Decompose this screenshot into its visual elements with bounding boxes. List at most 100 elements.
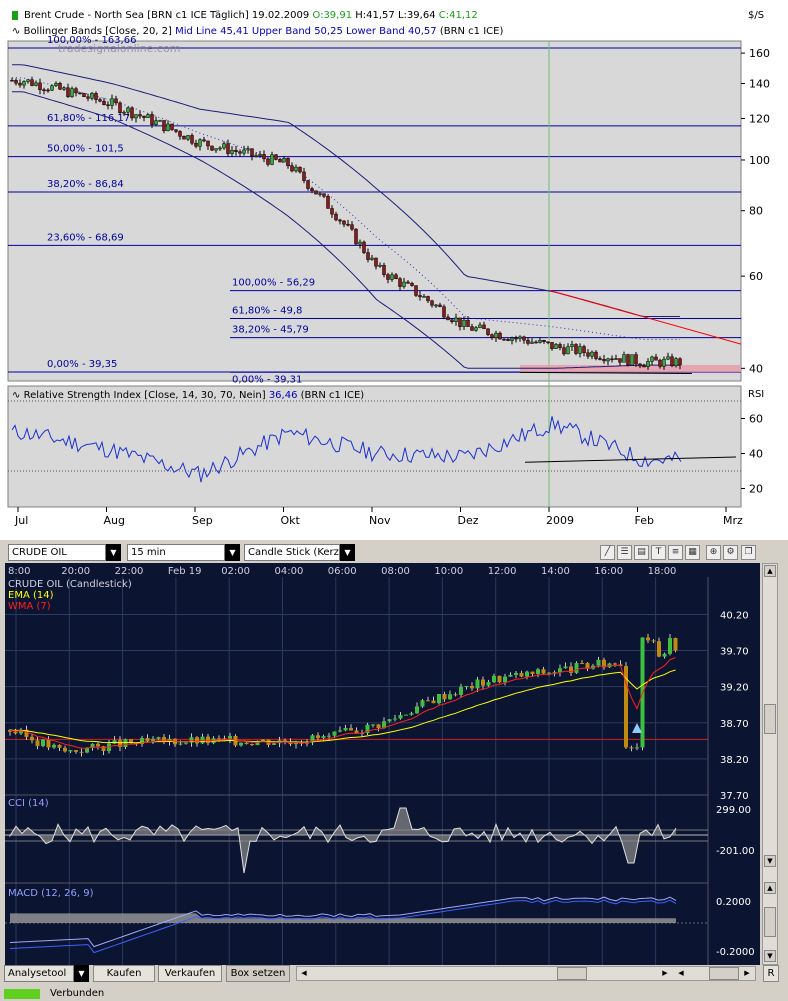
candle-body [598,358,602,360]
candle-body [190,135,194,144]
text-icon[interactable]: T [651,545,666,560]
scroll-left-icon[interactable]: ◀ [675,967,687,980]
candle-body [434,304,438,307]
grid-icon[interactable]: ▦ [685,545,700,560]
candle-body [563,666,568,669]
scroll-down-icon[interactable]: ▼ [764,950,776,962]
time-tick-label: 04:00 [275,566,304,577]
candle-body [66,87,70,98]
candle-body [431,700,436,704]
candle-body [250,744,254,746]
candle-body [387,719,392,722]
candle-body [650,356,654,362]
reset-button[interactable]: R [763,965,779,982]
fibonacci-label: 61,80% - 116,17 [47,113,130,124]
scroll-up-icon[interactable]: ▲ [764,565,776,577]
chevron-down-icon[interactable]: ▼ [225,544,240,561]
daily-chart-svg[interactable]: 160140120100806040100,00% - 163,6661,80%… [0,0,788,540]
candle-body [642,365,646,368]
scroll-left-icon[interactable]: ◀ [298,967,310,980]
candle-body [70,88,74,98]
interval-select[interactable]: 15 min [127,544,225,561]
set-box-button[interactable]: Box setzen [226,965,290,982]
intraday-panel: CRUDE OIL ▼ 15 min ▼ Candle Stick (Kerze… [0,540,788,1001]
cci-label: CCI (14) [8,798,49,809]
horizontal-scrollbar[interactable]: ◀ ▶ ◀ ▶ [296,966,756,981]
candle-body [154,120,158,125]
chart-type-select[interactable]: Candle Stick (Kerze [244,544,340,561]
candle-body [178,131,182,137]
candle-body [41,739,45,747]
candle-body [490,334,494,338]
candle-body [570,344,574,348]
candle-body [406,281,410,284]
candle-body [134,114,138,119]
scroll-down-icon[interactable]: ▼ [764,855,776,867]
fibonacci-icon[interactable]: ≡ [668,545,683,560]
time-tick-label: 16:00 [594,566,623,577]
chevron-down-icon[interactable]: ▼ [74,965,89,982]
candle-body [318,193,322,195]
candle-body [541,669,546,674]
candle-body [638,363,642,367]
vertical-scrollbar[interactable]: ▲ ▼ ▲ ▼ [762,563,778,965]
candle-body [170,123,174,130]
chevron-down-icon[interactable]: ▼ [106,544,121,561]
scroll-up-icon[interactable]: ▲ [764,882,776,894]
draw-line-icon[interactable]: ╱ [600,545,615,560]
candle-body [415,706,419,714]
candle-body [286,157,290,166]
candle-body [673,638,678,651]
candle-body [18,82,22,86]
horizontal-lines-icon[interactable]: ☰ [617,545,632,560]
intraday-chart-svg[interactable]: 8:00 20:00 22:00 Feb 19 02:00 04:00 06:00 08:00… [0,563,788,993]
scroll-thumb[interactable] [764,907,776,937]
candle-body [123,739,128,747]
symbol-select[interactable]: CRUDE OIL [8,544,106,561]
chevron-down-icon[interactable]: ▼ [340,544,355,561]
candle-body [14,80,18,84]
scroll-right-icon[interactable]: ▶ [741,967,753,980]
candle-body [106,104,110,107]
zoom-in-icon[interactable]: ⊕ [706,545,721,560]
candle-body [22,81,26,86]
fibonacci-label: 23,60% - 68,69 [47,232,124,243]
settings-icon[interactable]: ⚙ [723,545,738,560]
intraday-title: CRUDE OIL (Candlestick) [8,579,132,590]
candle-body [393,718,397,720]
channel-icon[interactable]: ▤ [634,545,649,560]
candle-body [316,735,320,738]
candle-body [580,663,584,665]
time-tick-label: 20:00 [61,566,90,577]
y-tick-label: 80 [749,205,763,218]
candle-body [613,663,617,665]
scroll-right-icon[interactable]: ▶ [659,967,671,980]
candle-body [503,676,507,683]
candle-body [186,135,190,140]
scroll-thumb[interactable] [764,704,776,734]
candle-body [437,693,441,704]
candle-body [404,714,408,716]
bb-values: Mid Line 45,41 Upper Band 50,25 Lower Ba… [175,26,437,37]
candle-body [58,83,62,90]
analysis-tool-select[interactable]: Analysetool [4,965,74,982]
candle-body [358,241,362,245]
candle-body [266,158,270,165]
candle-body [62,87,66,90]
scroll-thumb[interactable] [709,967,739,980]
candle-body [158,120,162,122]
chart-title: Brent Crude - North Sea [BRN c1 ICE Tägl… [24,10,310,21]
candle-body [250,148,254,157]
sell-button[interactable]: Verkaufen [158,965,222,982]
candle-body [378,264,382,267]
scroll-thumb[interactable] [557,967,587,980]
candle-body [270,154,274,165]
candle-body [562,347,566,355]
candle-body [538,340,542,343]
buy-button[interactable]: Kaufen [93,965,155,982]
time-tick-label: 08:00 [381,566,410,577]
window-icon[interactable]: ❐ [741,545,756,560]
candle-body [606,358,610,362]
candle-body [674,358,678,367]
candle-body [486,682,491,686]
